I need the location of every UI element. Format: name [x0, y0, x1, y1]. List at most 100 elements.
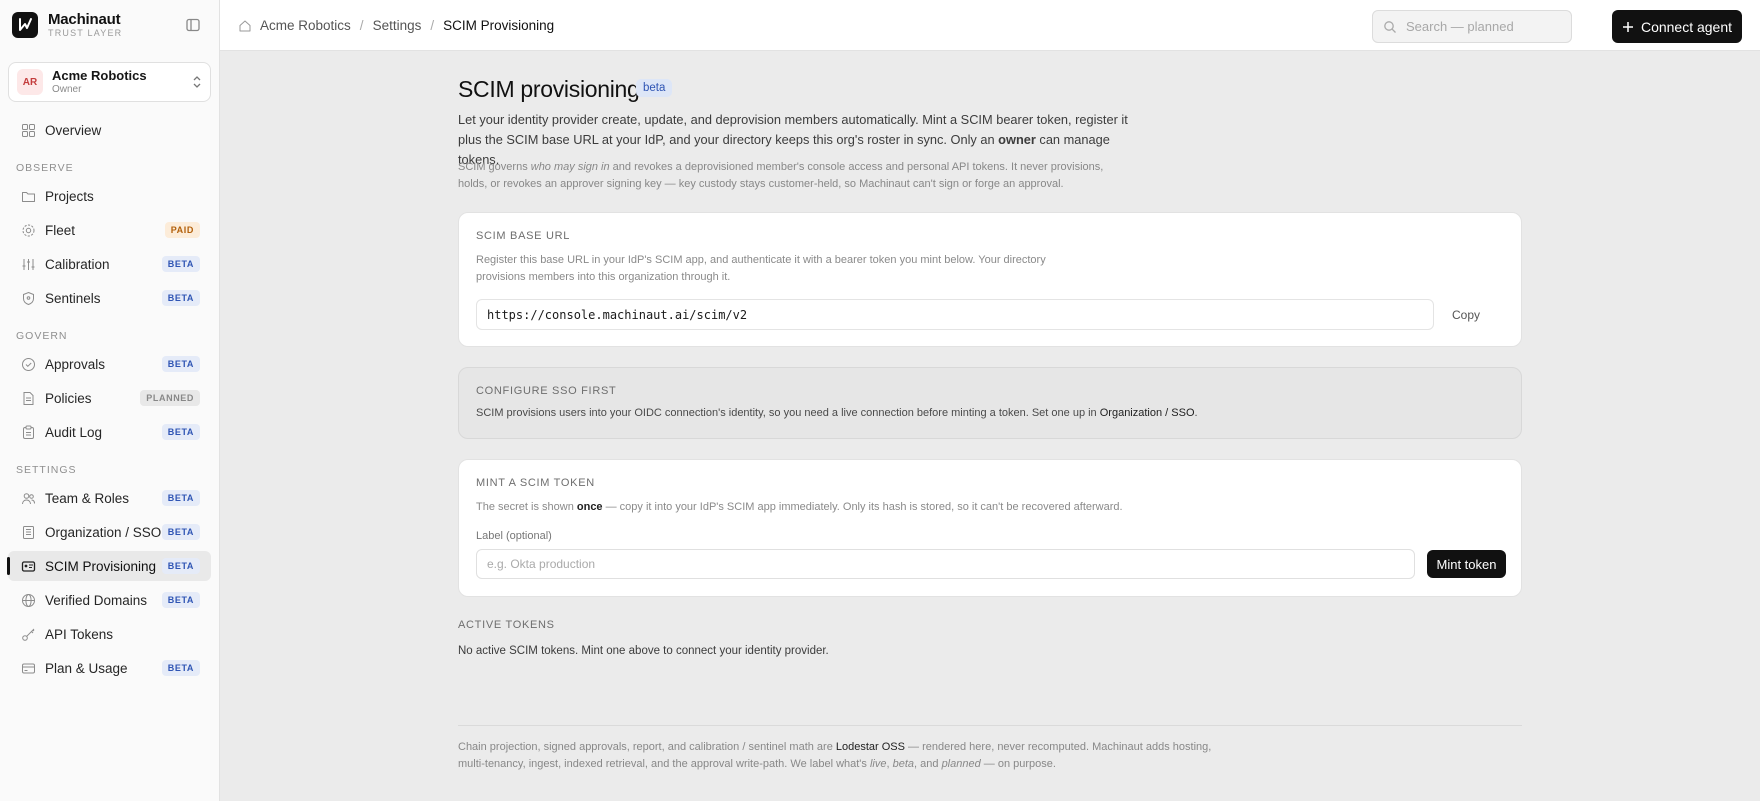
- sidebar-item-team-roles[interactable]: Team & Roles BETA: [8, 483, 211, 513]
- sidebar-item-label: Projects: [45, 188, 94, 204]
- configure-sso-notice: CONFIGURE SSO FIRST SCIM provisions user…: [458, 367, 1522, 439]
- lodestar-link[interactable]: Lodestar OSS: [836, 741, 905, 753]
- search-icon: [1384, 20, 1396, 33]
- app-subtitle: TRUST LAYER: [48, 28, 123, 38]
- sidebar-item-plan-usage[interactable]: Plan & Usage BETA: [8, 653, 211, 683]
- org-switcher[interactable]: AR Acme Robotics Owner: [8, 62, 211, 102]
- sidebar-item-label: Policies: [45, 390, 92, 406]
- sidebar-item-label: Verified Domains: [45, 592, 148, 608]
- search-input[interactable]: Search — planned: [1372, 10, 1572, 43]
- sidebar-item-sentinels[interactable]: Sentinels BETA: [8, 283, 211, 313]
- token-label-input[interactable]: e.g. Okta production: [476, 549, 1415, 579]
- globe-icon: [20, 592, 36, 608]
- label-field-label: Label (optional): [476, 530, 552, 542]
- beta-badge: BETA: [161, 660, 200, 676]
- building-icon: [20, 524, 36, 540]
- page-title: SCIM provisioning: [458, 76, 640, 102]
- scim-base-url-card: SCIM BASE URL Register this base URL in …: [458, 212, 1522, 347]
- active-tokens-empty: No active SCIM tokens. Mint one above to…: [458, 645, 829, 657]
- key-icon: [20, 626, 36, 642]
- org-avatar: AR: [17, 69, 43, 95]
- folder-icon: [20, 188, 36, 204]
- logo-icon: [12, 12, 38, 38]
- sidebar-item-scim-provisioning[interactable]: SCIM Provisioning BETA: [7, 551, 211, 581]
- users-icon: [20, 490, 36, 506]
- mint-description: The secret is shown once — copy it into …: [476, 501, 1123, 513]
- org-name: Acme Robotics: [52, 68, 147, 84]
- plus-icon: [1622, 21, 1633, 32]
- section-settings: SETTINGS: [16, 464, 77, 476]
- sidebar-item-audit-log[interactable]: Audit Log BETA: [8, 417, 211, 447]
- sliders-icon: [20, 256, 36, 272]
- sso-notice-text: SCIM provisions users into your OIDC con…: [476, 407, 1198, 419]
- shield-icon: [20, 290, 36, 306]
- card-description: Register this base URL in your IdP's SCI…: [476, 254, 1046, 283]
- page-beta-badge: beta: [636, 79, 673, 97]
- card-title: MINT A SCIM TOKEN: [476, 477, 595, 489]
- section-observe: OBSERVE: [16, 162, 74, 174]
- sidebar-item-projects[interactable]: Projects: [8, 181, 211, 211]
- chevron-updown-icon: [193, 76, 201, 88]
- beta-badge: BETA: [161, 558, 200, 574]
- copy-button[interactable]: Copy: [1452, 299, 1480, 330]
- sidebar-item-label: Organization / SSO: [45, 524, 162, 540]
- active-tokens-title: ACTIVE TOKENS: [458, 619, 555, 631]
- footer-divider: [458, 725, 1522, 726]
- grid-icon: [20, 122, 36, 138]
- breadcrumb-current: SCIM Provisioning: [443, 18, 555, 33]
- organization-sso-link[interactable]: Organization / SSO: [1100, 407, 1195, 419]
- sidebar-item-label: Fleet: [45, 222, 76, 238]
- app-name: Machinaut: [48, 11, 121, 28]
- sidebar-item-label: Sentinels: [45, 290, 101, 306]
- beta-badge: BETA: [161, 424, 200, 440]
- beta-badge: BETA: [161, 524, 200, 540]
- connect-agent-label: Connect agent: [1640, 18, 1733, 35]
- sidebar-item-approvals[interactable]: Approvals BETA: [8, 349, 211, 379]
- sidebar-item-calibration[interactable]: Calibration BETA: [8, 249, 211, 279]
- beta-badge: BETA: [161, 490, 200, 506]
- sidebar-item-label: Plan & Usage: [45, 660, 128, 676]
- breadcrumb-settings[interactable]: Settings: [373, 18, 422, 33]
- sidebar-collapse-icon[interactable]: [185, 17, 201, 33]
- sidebar-item-api-tokens[interactable]: API Tokens: [8, 619, 211, 649]
- sidebar-item-label: Overview: [45, 122, 102, 138]
- paid-badge: PAID: [164, 222, 200, 238]
- home-icon[interactable]: [238, 19, 252, 33]
- beta-badge: BETA: [161, 592, 200, 608]
- sidebar-item-label: API Tokens: [45, 626, 114, 642]
- sidebar-item-organization-sso[interactable]: Organization / SSO BETA: [8, 517, 211, 547]
- sidebar-item-overview[interactable]: Overview: [8, 115, 211, 145]
- document-icon: [20, 390, 36, 406]
- sidebar-item-label: SCIM Provisioning: [45, 558, 157, 574]
- breadcrumb-org[interactable]: Acme Robotics: [260, 18, 351, 33]
- footer-note: Chain projection, signed approvals, repo…: [458, 741, 1212, 770]
- sidebar-item-fleet[interactable]: Fleet PAID: [8, 215, 211, 245]
- card-title: CONFIGURE SSO FIRST: [476, 385, 617, 397]
- brand[interactable]: Machinaut TRUST LAYER: [12, 12, 122, 38]
- credit-card-icon: [20, 660, 36, 676]
- search-placeholder: Search — planned: [1406, 19, 1514, 34]
- beta-badge: BETA: [161, 290, 200, 306]
- mint-token-button[interactable]: Mint token: [1427, 550, 1506, 578]
- connect-agent-button[interactable]: Connect agent: [1612, 10, 1742, 43]
- sidebar-item-label: Approvals: [45, 356, 106, 372]
- check-circle-icon: [20, 356, 36, 372]
- beta-badge: BETA: [161, 256, 200, 272]
- topbar: Acme Robotics / Settings / SCIM Provisio…: [220, 0, 1760, 51]
- mint-token-card: MINT A SCIM TOKEN The secret is shown on…: [458, 459, 1522, 597]
- clipboard-icon: [20, 424, 36, 440]
- sidebar-item-verified-domains[interactable]: Verified Domains BETA: [8, 585, 211, 615]
- section-govern: GOVERN: [16, 330, 68, 342]
- gear-icon: [20, 222, 36, 238]
- sidebar-item-label: Team & Roles: [45, 490, 130, 506]
- card-title: SCIM BASE URL: [476, 230, 571, 242]
- sidebar-item-label: Audit Log: [45, 424, 103, 440]
- sidebar-item-policies[interactable]: Policies PLANNED: [8, 383, 211, 413]
- sidebar-item-label: Calibration: [45, 256, 110, 272]
- beta-badge: BETA: [161, 356, 200, 372]
- id-card-icon: [20, 558, 36, 574]
- scim-base-url-field[interactable]: https://console.machinaut.ai/scim/v2: [476, 299, 1434, 330]
- page-subnote: SCIM governs who may sign in and revokes…: [458, 161, 1104, 190]
- planned-badge: PLANNED: [140, 390, 200, 406]
- breadcrumb: Acme Robotics / Settings / SCIM Provisio…: [238, 0, 554, 51]
